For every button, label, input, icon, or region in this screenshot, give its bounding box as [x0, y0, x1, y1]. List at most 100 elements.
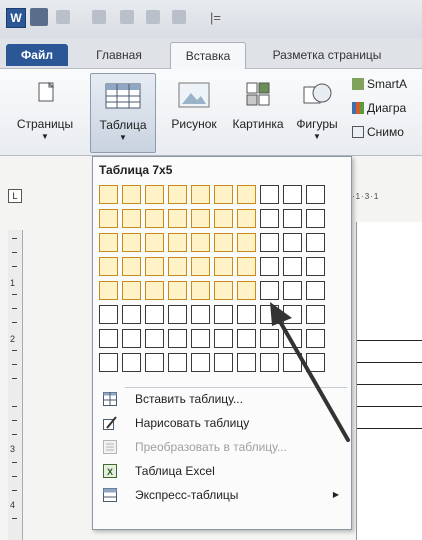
table-grid-cell[interactable] — [168, 257, 187, 276]
table-grid-cell[interactable] — [260, 185, 279, 204]
table-grid-cell[interactable] — [99, 305, 118, 324]
table-grid-cell[interactable] — [168, 305, 187, 324]
table-grid-cell[interactable] — [99, 257, 118, 276]
table-grid-cell[interactable] — [283, 185, 302, 204]
table-grid-cell[interactable] — [214, 233, 233, 252]
menu-item-insert-table[interactable]: Вставить таблицу... — [95, 387, 347, 411]
clipart-button[interactable]: Картинка — [226, 73, 290, 131]
table-grid-cell[interactable] — [168, 329, 187, 348]
table-grid-cell[interactable] — [191, 329, 210, 348]
table-grid-cell[interactable] — [168, 353, 187, 372]
table-grid-cell[interactable] — [260, 329, 279, 348]
table-grid-cell[interactable] — [122, 305, 141, 324]
table-grid-cell[interactable] — [237, 305, 256, 324]
table-grid-cell[interactable] — [168, 233, 187, 252]
table-grid-cell[interactable] — [260, 305, 279, 324]
table-grid-cell[interactable] — [214, 209, 233, 228]
table-grid-cell[interactable] — [122, 185, 141, 204]
table-grid-cell[interactable] — [99, 209, 118, 228]
table-grid-cell[interactable] — [145, 257, 164, 276]
shapes-button[interactable]: Фигуры ▼ — [290, 73, 344, 141]
pages-button[interactable]: Страницы ▼ — [8, 73, 82, 141]
table-grid-cell[interactable] — [283, 329, 302, 348]
tab-page-layout[interactable]: Разметка страницы — [252, 44, 402, 66]
menu-item-quick-tables[interactable]: Экспресс-таблицы ▶ — [95, 483, 347, 507]
tab-selector[interactable]: L — [8, 189, 22, 203]
table-grid-cell[interactable] — [168, 281, 187, 300]
tab-home[interactable]: Главная — [84, 44, 154, 66]
table-grid-cell[interactable] — [306, 329, 325, 348]
table-grid-cell[interactable] — [237, 257, 256, 276]
table-grid-cell[interactable] — [191, 281, 210, 300]
redo-icon[interactable] — [92, 10, 106, 24]
print-icon[interactable] — [172, 10, 186, 24]
table-grid-cell[interactable] — [214, 353, 233, 372]
table-grid-cell[interactable] — [214, 257, 233, 276]
table-grid-cell[interactable] — [237, 281, 256, 300]
screenshot-button[interactable]: Снимо — [352, 125, 404, 139]
smartart-button[interactable]: SmartA — [352, 77, 407, 91]
table-grid-cell[interactable] — [191, 233, 210, 252]
table-grid[interactable] — [99, 185, 331, 381]
table-grid-cell[interactable] — [237, 233, 256, 252]
tab-insert[interactable]: Вставка — [170, 42, 246, 69]
table-grid-cell[interactable] — [283, 209, 302, 228]
table-grid-cell[interactable] — [306, 209, 325, 228]
undo-icon[interactable] — [56, 10, 70, 24]
table-grid-cell[interactable] — [260, 353, 279, 372]
menu-item-excel-table[interactable]: X Таблица Excel — [95, 459, 347, 483]
table-grid-cell[interactable] — [283, 281, 302, 300]
table-grid-cell[interactable] — [145, 329, 164, 348]
table-button[interactable]: Таблица ▼ — [90, 73, 156, 153]
table-grid-cell[interactable] — [306, 233, 325, 252]
table-grid-cell[interactable] — [306, 185, 325, 204]
table-grid-cell[interactable] — [214, 329, 233, 348]
table-grid-cell[interactable] — [168, 209, 187, 228]
table-grid-cell[interactable] — [283, 233, 302, 252]
table-grid-cell[interactable] — [191, 305, 210, 324]
table-grid-cell[interactable] — [237, 329, 256, 348]
table-grid-cell[interactable] — [99, 353, 118, 372]
table-grid-cell[interactable] — [191, 185, 210, 204]
document-page[interactable] — [356, 222, 422, 540]
table-grid-cell[interactable] — [145, 233, 164, 252]
table-grid-cell[interactable] — [306, 257, 325, 276]
table-grid-cell[interactable] — [191, 209, 210, 228]
table-grid-cell[interactable] — [237, 209, 256, 228]
tab-file[interactable]: Файл — [6, 44, 68, 66]
table-grid-cell[interactable] — [168, 185, 187, 204]
table-grid-cell[interactable] — [122, 209, 141, 228]
table-grid-cell[interactable] — [306, 281, 325, 300]
new-doc-icon[interactable] — [120, 10, 134, 24]
menu-item-draw-table[interactable]: Нарисовать таблицу — [95, 411, 347, 435]
table-grid-cell[interactable] — [260, 257, 279, 276]
table-grid-cell[interactable] — [99, 329, 118, 348]
table-grid-cell[interactable] — [122, 329, 141, 348]
open-doc-icon[interactable] — [146, 10, 160, 24]
table-grid-cell[interactable] — [99, 233, 118, 252]
chart-button[interactable]: Диагра — [352, 101, 406, 115]
table-grid-cell[interactable] — [237, 353, 256, 372]
table-grid-cell[interactable] — [214, 281, 233, 300]
table-grid-cell[interactable] — [237, 185, 256, 204]
table-grid-cell[interactable] — [260, 281, 279, 300]
qat-customize-icon[interactable]: |= — [210, 10, 221, 25]
picture-button[interactable]: Рисунок — [162, 73, 226, 131]
table-grid-cell[interactable] — [122, 257, 141, 276]
table-grid-cell[interactable] — [145, 185, 164, 204]
table-grid-cell[interactable] — [122, 353, 141, 372]
table-grid-cell[interactable] — [214, 185, 233, 204]
table-grid-cell[interactable] — [260, 233, 279, 252]
table-grid-cell[interactable] — [99, 281, 118, 300]
table-grid-cell[interactable] — [191, 353, 210, 372]
table-grid-cell[interactable] — [306, 353, 325, 372]
table-grid-cell[interactable] — [122, 233, 141, 252]
table-grid-cell[interactable] — [145, 353, 164, 372]
table-grid-cell[interactable] — [283, 305, 302, 324]
table-grid-cell[interactable] — [191, 257, 210, 276]
table-grid-cell[interactable] — [145, 281, 164, 300]
table-grid-cell[interactable] — [145, 305, 164, 324]
save-icon[interactable] — [30, 8, 48, 26]
table-grid-cell[interactable] — [306, 305, 325, 324]
word-app-icon[interactable]: W — [6, 8, 26, 28]
